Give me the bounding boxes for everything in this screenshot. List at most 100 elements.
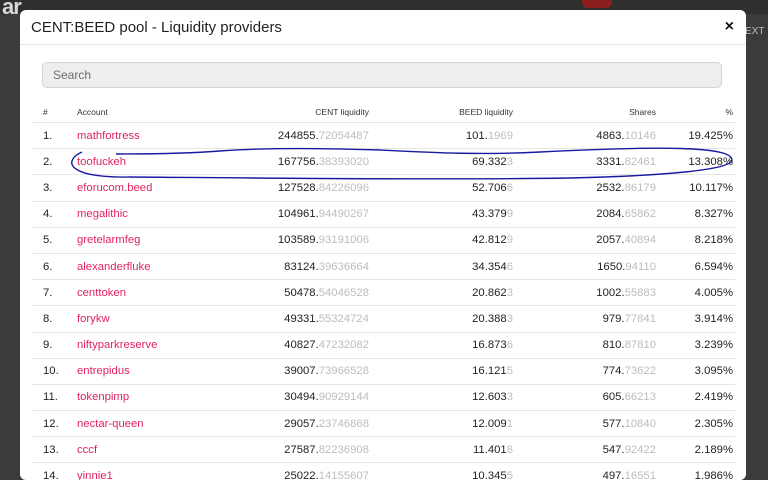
cent-decimals: 82236908 bbox=[318, 443, 369, 456]
cent-integer: 127528. bbox=[277, 181, 319, 194]
row-cent-liquidity: 25022.14155607 bbox=[217, 462, 369, 480]
row-percent: 1.986% bbox=[656, 462, 735, 480]
account-link[interactable]: centtoken bbox=[77, 287, 126, 299]
beed-decimals: 3 bbox=[506, 391, 513, 404]
cent-integer: 167756. bbox=[277, 155, 319, 168]
beed-integer: 16.121 bbox=[472, 365, 507, 378]
beed-decimals: 6 bbox=[506, 339, 513, 352]
table-row: 12. nectar-queen 29057.23746868 12.0091 577.… bbox=[31, 410, 735, 437]
account-link[interactable]: tokenpimp bbox=[77, 391, 129, 403]
row-account-cell: tokenpimp bbox=[77, 383, 217, 411]
account-link[interactable]: mathfortress bbox=[77, 130, 140, 142]
row-rank: 9. bbox=[31, 331, 77, 359]
cent-decimals: 38393020 bbox=[318, 155, 369, 168]
beed-decimals: 1969 bbox=[487, 129, 513, 142]
table-row: 1. mathfortress 244855.72054487 101.1969 486… bbox=[31, 121, 735, 149]
row-beed-liquidity: 10.3455 bbox=[369, 462, 513, 480]
beed-decimals: 3 bbox=[506, 155, 513, 168]
row-percent: 8.327% bbox=[656, 200, 735, 228]
row-cent-liquidity: 104961.94490267 bbox=[217, 200, 369, 228]
row-rank: 11. bbox=[31, 383, 77, 411]
account-link[interactable]: gretelarmfeg bbox=[77, 234, 140, 246]
beed-decimals: 5 bbox=[506, 470, 513, 480]
header-beed-liquidity: BEED liquidity bbox=[459, 107, 513, 117]
row-percent: 10.117% bbox=[656, 174, 735, 202]
shares-integer: 2057. bbox=[596, 234, 625, 247]
beed-integer: 69.332 bbox=[472, 155, 507, 168]
shares-decimals: 94110 bbox=[625, 260, 656, 273]
providers-table: # Account CENT liquidity BEED liquidity … bbox=[31, 102, 735, 480]
cent-integer: 103589. bbox=[277, 234, 319, 247]
account-link[interactable]: alexanderfluke bbox=[77, 261, 150, 273]
beed-integer: 43.379 bbox=[472, 208, 507, 221]
row-shares: 810.87810 bbox=[513, 331, 656, 359]
cent-decimals: 54046528 bbox=[318, 286, 369, 299]
background-red-button bbox=[582, 0, 612, 8]
account-link[interactable]: megalithic bbox=[77, 208, 128, 220]
cent-integer: 83124. bbox=[284, 260, 319, 273]
row-account-cell: yinnie1 bbox=[77, 462, 217, 480]
row-shares: 2084.65862 bbox=[513, 200, 656, 228]
account-link[interactable]: toofuckeh bbox=[77, 156, 126, 168]
shares-integer: 605. bbox=[602, 391, 625, 404]
shares-decimals: 16551 bbox=[624, 470, 656, 480]
cent-decimals: 47232082 bbox=[318, 339, 369, 352]
row-rank: 10. bbox=[31, 357, 77, 385]
beed-decimals: 3 bbox=[506, 286, 513, 299]
row-rank: 2. bbox=[31, 148, 77, 175]
row-percent: 2.189% bbox=[656, 436, 735, 463]
row-percent: 3.239% bbox=[656, 331, 735, 359]
row-percent: 13.308% bbox=[656, 148, 735, 175]
row-shares: 774.73622 bbox=[513, 357, 656, 385]
row-account-cell: eforucom.beed bbox=[77, 174, 217, 202]
row-shares: 2532.86179 bbox=[513, 174, 656, 202]
modal-header: CENT:BEED pool - Liquidity providers × bbox=[20, 10, 746, 45]
shares-integer: 810. bbox=[602, 339, 625, 352]
row-shares: 1002.55883 bbox=[513, 279, 656, 306]
row-shares: 577.10840 bbox=[513, 410, 656, 437]
account-link[interactable]: eforucom.beed bbox=[77, 182, 152, 194]
row-account-cell: mathfortress bbox=[77, 121, 217, 149]
row-beed-liquidity: 12.0091 bbox=[369, 410, 513, 437]
table-row: 3. eforucom.beed 127528.84226096 52.7066 253… bbox=[31, 174, 735, 202]
shares-decimals: 82461 bbox=[624, 155, 656, 168]
row-shares: 4863.10146 bbox=[513, 121, 656, 149]
table-row: 13. cccf 27587.82236908 11.4018 547.92422 2.1… bbox=[31, 436, 735, 463]
row-cent-liquidity: 103589.93191006 bbox=[217, 226, 369, 254]
table-row: 2. toofuckeh 167756.38393020 69.3323 3331.82… bbox=[31, 148, 735, 175]
percent-value: 4.005% bbox=[694, 286, 733, 299]
percent-value: 3.239% bbox=[694, 339, 733, 352]
row-rank: 13. bbox=[31, 436, 77, 463]
account-link[interactable]: niftyparkreserve bbox=[77, 339, 157, 351]
beed-decimals: 1 bbox=[506, 417, 513, 430]
row-beed-liquidity: 16.8736 bbox=[369, 331, 513, 359]
shares-decimals: 92422 bbox=[624, 443, 656, 456]
close-icon[interactable]: × bbox=[725, 17, 734, 37]
header-percent: % bbox=[725, 107, 733, 117]
shares-integer: 577. bbox=[602, 417, 625, 430]
account-link[interactable]: yinnie1 bbox=[77, 470, 113, 480]
cent-integer: 27587. bbox=[284, 443, 319, 456]
row-cent-liquidity: 244855.72054487 bbox=[217, 121, 369, 149]
beed-decimals: 9 bbox=[506, 208, 513, 221]
percent-value: 10.117% bbox=[689, 181, 733, 194]
beed-integer: 16.873 bbox=[472, 339, 507, 352]
row-beed-liquidity: 43.3799 bbox=[369, 200, 513, 228]
shares-decimals: 65862 bbox=[624, 208, 656, 221]
row-cent-liquidity: 167756.38393020 bbox=[217, 148, 369, 175]
row-account-cell: niftyparkreserve bbox=[77, 331, 217, 359]
account-link[interactable]: forykw bbox=[77, 313, 110, 325]
account-link[interactable]: cccf bbox=[77, 444, 97, 456]
search-input[interactable] bbox=[42, 62, 722, 88]
shares-integer: 547. bbox=[602, 443, 625, 456]
row-percent: 6.594% bbox=[656, 252, 735, 280]
account-link[interactable]: nectar-queen bbox=[77, 418, 144, 430]
beed-integer: 10.345 bbox=[472, 470, 507, 480]
account-link[interactable]: entrepidus bbox=[77, 365, 130, 377]
table-row: 6. alexanderfluke 83124.39636664 34.3546 165… bbox=[31, 252, 735, 280]
row-rank-text: 9. bbox=[43, 339, 53, 352]
row-shares: 3331.82461 bbox=[513, 148, 656, 175]
table-header-row: # Account CENT liquidity BEED liquidity … bbox=[31, 102, 735, 123]
row-percent: 8.218% bbox=[656, 226, 735, 254]
percent-value: 13.308% bbox=[688, 155, 733, 168]
